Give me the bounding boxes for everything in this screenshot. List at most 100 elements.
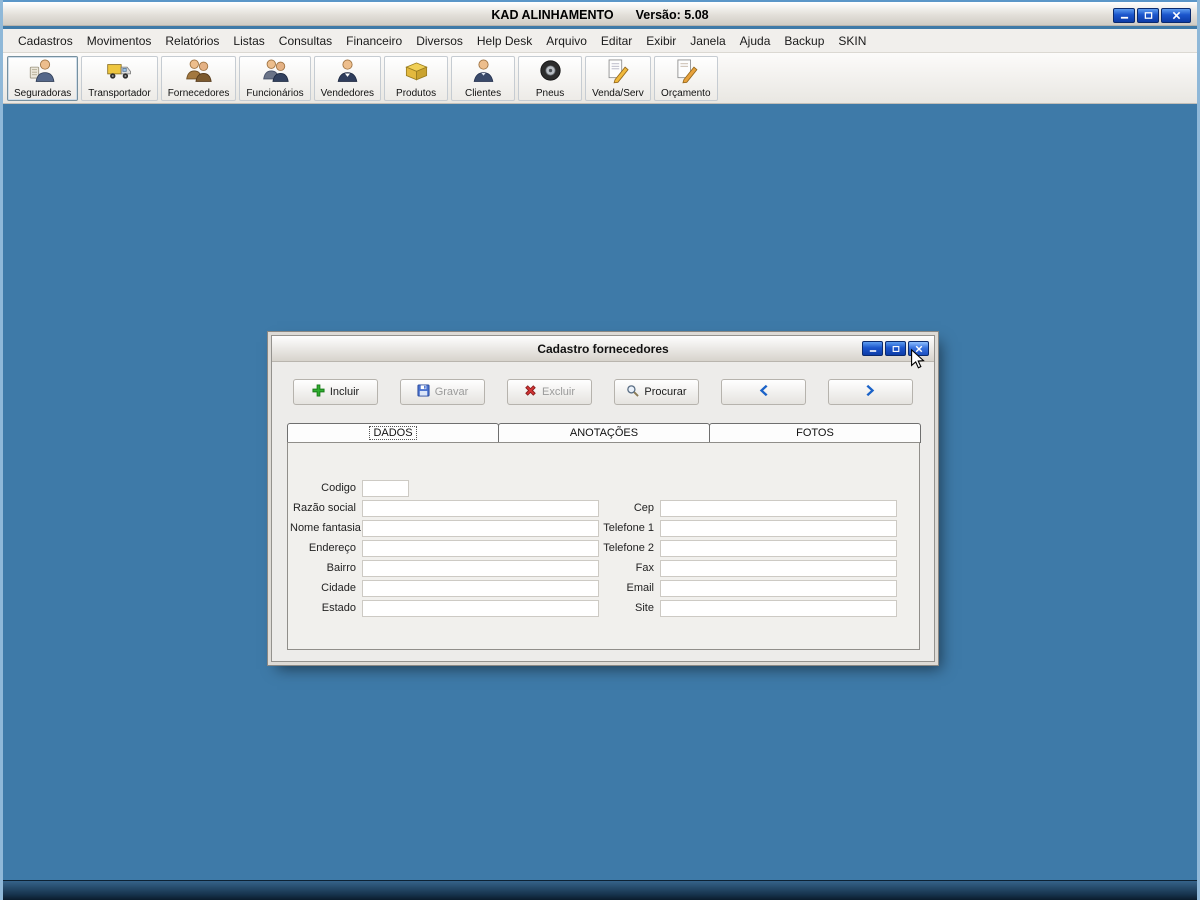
menu-item-helpdesk[interactable]: Help Desk xyxy=(470,31,539,51)
toolbar-item-clientes[interactable]: Clientes xyxy=(451,55,516,101)
cidade-input[interactable] xyxy=(362,579,599,597)
menu-item-editar[interactable]: Editar xyxy=(594,31,639,51)
site-input[interactable] xyxy=(660,599,897,617)
incluir-button[interactable]: Incluir xyxy=(293,379,378,405)
window-controls xyxy=(1113,8,1191,23)
form-row: Bairro xyxy=(290,558,599,578)
window-title: KAD ALINHAMENTO Versão: 5.08 xyxy=(3,2,1197,28)
dialog-title: Cadastro fornecedores xyxy=(537,341,669,356)
toolbar-item-label: Transportador xyxy=(88,88,151,99)
form-row: Email xyxy=(588,578,897,598)
toolbar-item-pneus[interactable]: Pneus xyxy=(518,55,583,101)
products-box-icon xyxy=(403,57,430,87)
toolbar-item-orcamento[interactable]: Orçamento xyxy=(653,55,718,101)
menu-item-ajuda[interactable]: Ajuda xyxy=(733,31,778,51)
toolbar-item-label: Orçamento xyxy=(661,88,711,99)
button-label: Procurar xyxy=(644,386,687,398)
next-button[interactable] xyxy=(828,379,913,405)
menu-item-cadastros[interactable]: Cadastros xyxy=(11,31,80,51)
truck-icon xyxy=(106,57,133,87)
form-row: Endereço xyxy=(290,538,599,558)
main-toolbar: Seguradoras Transportador Fornecedores F… xyxy=(3,53,1197,104)
menu-item-diversos[interactable]: Diversos xyxy=(409,31,470,51)
dialog-maximize-button[interactable] xyxy=(885,341,906,356)
menu-item-listas[interactable]: Listas xyxy=(226,31,271,51)
codigo-input[interactable] xyxy=(362,479,409,497)
app-title: KAD ALINHAMENTO xyxy=(491,8,614,22)
delete-x-icon xyxy=(524,384,537,400)
maximize-icon xyxy=(892,342,900,356)
menu-item-consultas[interactable]: Consultas xyxy=(272,31,339,51)
menu-item-movimentos[interactable]: Movimentos xyxy=(80,31,159,51)
form-row: Codigo xyxy=(290,478,599,498)
toolbar-item-seguradoras[interactable]: Seguradoras xyxy=(7,55,79,101)
cep-input[interactable] xyxy=(660,499,897,517)
form-row: Fax xyxy=(588,558,897,578)
endereco-input[interactable] xyxy=(362,539,599,557)
plus-icon xyxy=(312,384,325,400)
restore-icon xyxy=(1144,7,1153,25)
mouse-cursor xyxy=(911,348,925,369)
save-disk-icon xyxy=(417,384,430,400)
menu-item-exibir[interactable]: Exibir xyxy=(639,31,683,51)
telefone1-input[interactable] xyxy=(660,519,897,537)
tab-dados[interactable]: DADOS xyxy=(287,423,499,443)
menu-item-backup[interactable]: Backup xyxy=(777,31,831,51)
window-close-button[interactable] xyxy=(1161,8,1191,23)
field-label: Email xyxy=(626,582,654,594)
email-input[interactable] xyxy=(660,579,897,597)
form-row: Telefone 2 xyxy=(588,538,897,558)
field-label: Cep xyxy=(633,502,654,514)
tab-fotos[interactable]: FOTOS xyxy=(709,423,921,443)
dialog-minimize-button[interactable] xyxy=(862,341,883,356)
field-label: Fax xyxy=(635,562,654,574)
salesperson-icon xyxy=(334,57,361,87)
search-icon xyxy=(626,384,640,400)
field-label: Nome fantasia xyxy=(290,522,361,534)
toolbar-item-label: Produtos xyxy=(396,88,437,99)
procurar-button[interactable]: Procurar xyxy=(614,379,699,405)
toolbar-item-transportador[interactable]: Transportador xyxy=(81,55,158,101)
titlebar: KAD ALINHAMENTO Versão: 5.08 xyxy=(3,0,1197,26)
sale-service-doc-icon xyxy=(604,57,631,87)
form-row: Site xyxy=(588,598,897,618)
arrow-left-icon xyxy=(756,383,771,401)
cadastro-fornecedores-dialog: Cadastro fornecedores Incluir Gravar Exc… xyxy=(271,335,935,662)
menubar: Cadastros Movimentos Relatórios Listas C… xyxy=(3,29,1197,53)
toolbar-item-produtos[interactable]: Produtos xyxy=(384,55,449,101)
estado-input[interactable] xyxy=(362,599,599,617)
menu-item-financeiro[interactable]: Financeiro xyxy=(339,31,409,51)
gravar-button[interactable]: Gravar xyxy=(400,379,485,405)
fax-input[interactable] xyxy=(660,559,897,577)
toolbar-item-funcionarios[interactable]: Funcionários xyxy=(239,55,311,101)
menu-item-arquivo[interactable]: Arquivo xyxy=(539,31,594,51)
toolbar-item-label: Clientes xyxy=(464,88,502,99)
telefone2-input[interactable] xyxy=(660,539,897,557)
previous-button[interactable] xyxy=(721,379,806,405)
nome-fantasia-input[interactable] xyxy=(362,519,599,537)
tab-anotacoes[interactable]: ANOTAÇÕES xyxy=(498,423,710,443)
dialog-titlebar: Cadastro fornecedores xyxy=(272,336,934,362)
toolbar-item-fornecedores[interactable]: Fornecedores xyxy=(160,55,237,101)
employees-people-icon xyxy=(262,57,289,87)
form-row: Cidade xyxy=(290,578,599,598)
menu-item-skin[interactable]: SKIN xyxy=(831,31,873,51)
toolbar-item-vendedores[interactable]: Vendedores xyxy=(313,55,382,101)
menu-item-janela[interactable]: Janela xyxy=(683,31,732,51)
window-minimize-button[interactable] xyxy=(1113,8,1135,23)
razao-social-input[interactable] xyxy=(362,499,599,517)
form-right-column: Cep Telefone 1 Telefone 2 Fax Email Site xyxy=(588,498,897,618)
field-label: Telefone 2 xyxy=(603,542,654,554)
bairro-input[interactable] xyxy=(362,559,599,577)
dialog-tabs: DADOS ANOTAÇÕES FOTOS xyxy=(287,423,921,443)
window-bottom-frame xyxy=(3,880,1197,900)
toolbar-item-label: Vendedores xyxy=(320,88,375,99)
field-label: Site xyxy=(635,602,654,614)
window-restore-button[interactable] xyxy=(1137,8,1159,23)
toolbar-item-venda-serv[interactable]: Venda/Serv xyxy=(585,55,651,101)
menu-item-relatorios[interactable]: Relatórios xyxy=(158,31,226,51)
dados-tab-page: Codigo Razão social Nome fantasia Endere… xyxy=(287,442,920,650)
tire-icon xyxy=(537,57,564,87)
tab-label: ANOTAÇÕES xyxy=(569,427,639,439)
excluir-button[interactable]: Excluir xyxy=(507,379,592,405)
